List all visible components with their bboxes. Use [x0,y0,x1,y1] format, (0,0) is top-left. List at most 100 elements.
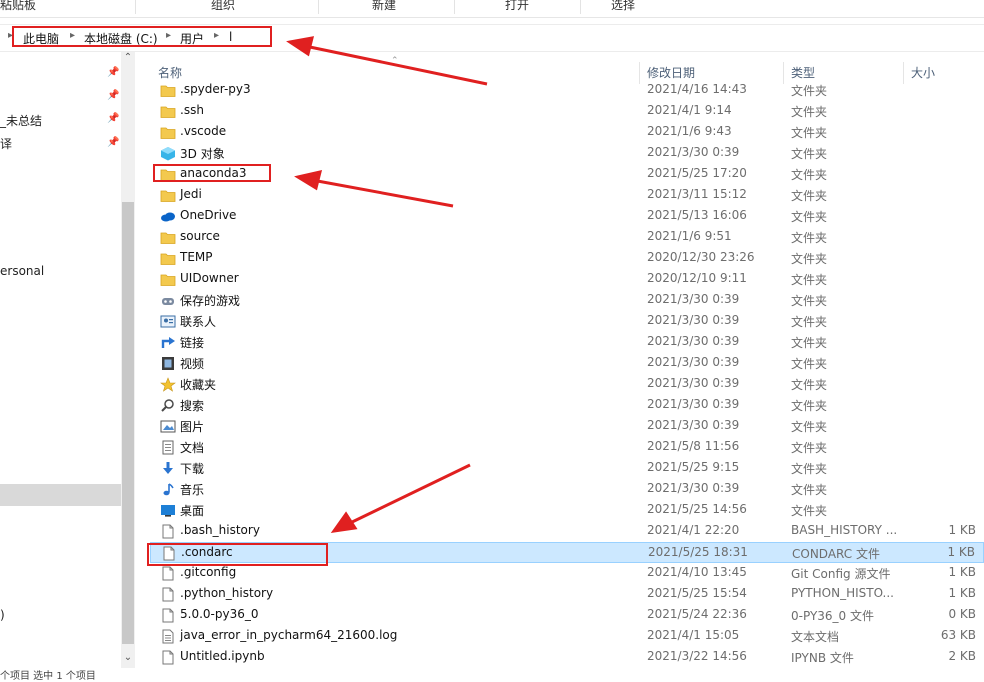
file-row[interactable]: 3D 对象 2021/3/30 0:39 文件夹 [150,143,984,164]
file-modified-date: 2021/5/25 9:15 [647,460,740,474]
file-row[interactable]: 收藏夹 2021/3/30 0:39 文件夹 [150,374,984,395]
scroll-down-icon[interactable]: ⌄ [121,652,135,663]
file-row[interactable]: 视频 2021/3/30 0:39 文件夹 [150,353,984,374]
nav-item-onedrive-personal[interactable]: ersonal [0,264,44,278]
file-modified-date: 2021/3/30 0:39 [647,145,740,159]
file-type: 文件夹 [791,336,828,350]
contacts-icon [160,314,176,329]
file-name: .bash_history [180,523,260,537]
annotation-box-address [12,26,272,47]
nav-selected-item[interactable] [0,484,121,506]
file-row[interactable]: 链接 2021/3/30 0:39 文件夹 [150,332,984,353]
scrollbar-thumb[interactable] [122,202,134,644]
file-row[interactable]: anaconda3 2021/5/25 17:20 文件夹 [150,164,984,185]
file-icon [160,608,176,623]
file-modified-date: 2020/12/30 23:26 [647,250,755,264]
file-type: 文本文档 [791,630,840,644]
file-row[interactable]: 搜索 2021/3/30 0:39 文件夹 [150,395,984,416]
music-icon [160,482,176,497]
file-name: 保存的游戏 [180,294,241,308]
file-name: source [180,229,220,243]
favorites-icon [160,377,176,392]
file-size: 1 KB [948,565,976,579]
pin-icon[interactable]: 📌 [107,137,119,148]
file-row[interactable]: Jedi 2021/3/11 15:12 文件夹 [150,185,984,206]
file-row[interactable]: 桌面 2021/5/25 14:56 文件夹 [150,500,984,521]
file-row[interactable]: java_error_in_pycharm64_21600.log 2021/4/… [150,626,984,647]
file-name: java_error_in_pycharm64_21600.log [180,628,398,642]
pin-icon[interactable]: 📌 [107,113,119,124]
ribbon-group-labels: 粘贴板 组织 新建 打开 选择 [0,0,984,14]
file-row[interactable]: .spyder-py3 2021/4/16 14:43 文件夹 [150,80,984,101]
nav-item-quick-access-2[interactable]: 译 [0,135,12,152]
file-modified-date: 2021/4/1 15:05 [647,628,740,642]
file-row[interactable]: 保存的游戏 2021/3/30 0:39 文件夹 [150,290,984,311]
nav-item-quick-access-1[interactable]: _未总结 [0,112,42,129]
file-modified-date: 2021/4/16 14:43 [647,82,747,96]
folder-icon [160,83,176,98]
file-modified-date: 2021/3/30 0:39 [647,418,740,432]
file-name: Untitled.ipynb [180,649,265,663]
file-type: 文件夹 [791,399,828,413]
folder-icon [160,188,176,203]
searches-icon [160,398,176,413]
file-modified-date: 2021/5/25 14:56 [647,502,747,516]
file-modified-date: 2021/3/30 0:39 [647,376,740,390]
file-row[interactable]: OneDrive 2021/5/13 16:06 文件夹 [150,206,984,227]
file-row[interactable]: 文档 2021/5/8 11:56 文件夹 [150,437,984,458]
file-type: BASH_HISTORY ... [791,523,898,537]
file-name: .spyder-py3 [180,82,251,96]
text-file-icon [160,629,176,644]
file-modified-date: 2021/3/30 0:39 [647,334,740,348]
nav-item-drive[interactable]: ) [0,608,5,622]
file-row[interactable]: .gitconfig 2021/4/10 13:45 Git Config 源文件 1… [150,563,984,584]
pin-icon[interactable]: 📌 [107,90,119,101]
file-type: 文件夹 [791,231,828,245]
file-row[interactable]: UIDowner 2020/12/10 9:11 文件夹 [150,269,984,290]
file-row[interactable]: 图片 2021/3/30 0:39 文件夹 [150,416,984,437]
nav-scrollbar[interactable]: ⌃ ⌄ [121,52,135,668]
file-name: OneDrive [180,208,237,222]
file-row[interactable]: .python_history 2021/5/25 15:54 PYTHON_HIS… [150,584,984,605]
file-modified-date: 2021/4/1 22:20 [647,523,740,537]
file-modified-date: 2020/12/10 9:11 [647,271,747,285]
file-row[interactable]: 5.0.0-py36_0 2021/5/24 22:36 0-PY36_0 文件 0 … [150,605,984,626]
file-row[interactable]: 下载 2021/5/25 9:15 文件夹 [150,458,984,479]
file-row[interactable]: TEMP 2020/12/30 23:26 文件夹 [150,248,984,269]
file-size: 2 KB [948,649,976,663]
navigation-pane[interactable]: 📌 📌 _未总结 📌 译 📌 ersonal ) [0,52,135,675]
ribbon-separator [580,0,581,14]
folder-icon [160,230,176,245]
file-row[interactable]: .bash_history 2021/4/1 22:20 BASH_HISTORY … [150,521,984,542]
file-name: 视频 [180,357,205,371]
file-row[interactable]: .ssh 2021/4/1 9:14 文件夹 [150,101,984,122]
file-type: 文件夹 [791,126,828,140]
file-name: 图片 [180,420,205,434]
saved-games-icon [160,293,176,308]
file-name: 链接 [180,336,205,350]
file-row[interactable]: 联系人 2021/3/30 0:39 文件夹 [150,311,984,332]
file-modified-date: 2021/4/1 9:14 [647,103,732,117]
file-size: 0 KB [948,607,976,621]
file-type: 文件夹 [791,441,828,455]
file-row[interactable]: Untitled.ipynb 2021/3/22 14:56 IPYNB 文件 2 K… [150,647,984,668]
file-name: 文档 [180,441,205,455]
file-name: 搜索 [180,399,205,413]
file-icon [160,650,176,665]
file-type: Git Config 源文件 [791,567,891,581]
file-icon [160,524,176,539]
file-name: 桌面 [180,504,205,518]
file-row[interactable]: .vscode 2021/1/6 9:43 文件夹 [150,122,984,143]
file-row[interactable]: source 2021/1/6 9:51 文件夹 [150,227,984,248]
3d-objects-icon [160,146,176,161]
folder-icon [160,272,176,287]
file-type: 文件夹 [791,462,828,476]
file-name: UIDowner [180,271,239,285]
file-type: 文件夹 [791,294,828,308]
file-name: Jedi [180,187,202,201]
file-type: 文件夹 [791,315,828,329]
file-row[interactable]: 音乐 2021/3/30 0:39 文件夹 [150,479,984,500]
status-bar: 个项目 选中 1 个项目 [0,668,984,682]
file-modified-date: 2021/3/30 0:39 [647,292,740,306]
file-type: 文件夹 [791,420,828,434]
